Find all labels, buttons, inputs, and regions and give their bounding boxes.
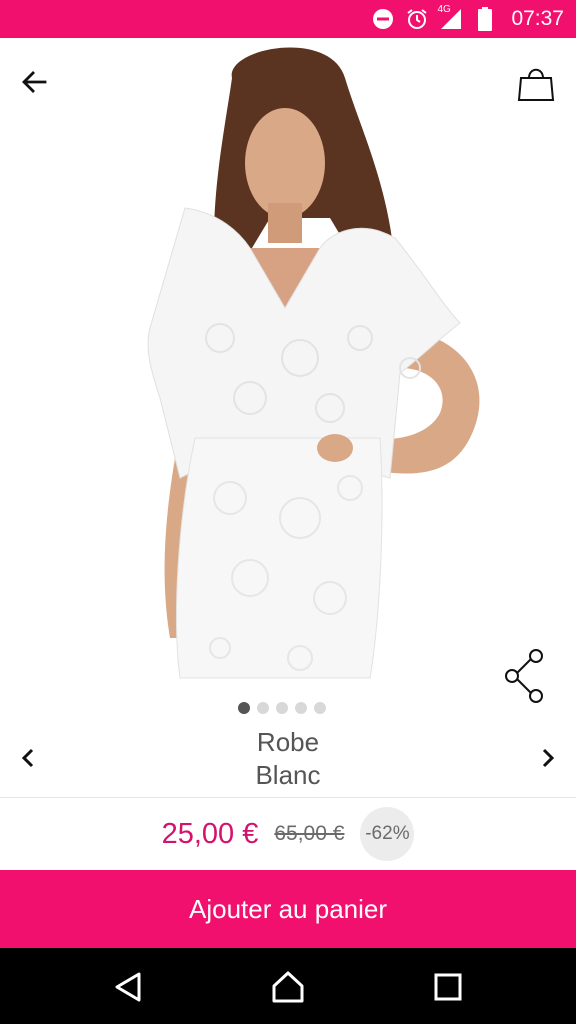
arrow-back-icon <box>22 71 47 93</box>
status-bar: 4G 07:37 <box>0 0 576 38</box>
product-color: Blanc <box>255 760 321 790</box>
gallery-pagination <box>238 701 338 715</box>
back-button[interactable] <box>14 62 54 102</box>
network-label: 4G <box>437 4 451 15</box>
previous-product-button[interactable] <box>10 740 46 776</box>
gallery-dot-active[interactable] <box>238 702 250 714</box>
alarm-icon <box>405 7 429 31</box>
gallery-dot[interactable] <box>295 702 307 714</box>
gallery-dot[interactable] <box>257 702 269 714</box>
system-navigation-bar <box>0 948 576 1024</box>
product-title-row: Robe Blanc <box>0 720 576 798</box>
gallery-dot[interactable] <box>314 702 326 714</box>
status-time: 07:37 <box>511 7 564 30</box>
nav-home-button[interactable] <box>267 966 309 1008</box>
add-to-cart-button[interactable]: Ajouter au panier <box>0 870 576 948</box>
next-product-button[interactable] <box>530 740 566 776</box>
shopping-bag-button[interactable] <box>512 60 560 106</box>
chevron-left-icon <box>21 748 34 768</box>
nav-home-icon <box>272 971 304 1003</box>
nav-back-button[interactable] <box>107 966 149 1008</box>
shopping-bag-icon <box>517 68 555 101</box>
old-price: 65,00 € <box>274 822 345 845</box>
nav-recents-button[interactable] <box>427 966 469 1008</box>
chevron-right-icon <box>542 748 555 768</box>
signal-icon: 4G <box>437 4 463 31</box>
gallery-dot[interactable] <box>276 702 288 714</box>
price-row: 25,00 € 65,00 € -62% <box>0 798 576 870</box>
nav-back-icon <box>115 972 141 1002</box>
battery-icon <box>473 7 497 31</box>
share-icon <box>505 649 543 703</box>
product-name: Robe <box>256 727 320 757</box>
product-image-gallery[interactable] <box>0 38 576 720</box>
product-photo <box>147 47 480 679</box>
share-button[interactable] <box>500 646 550 706</box>
do-not-disturb-icon <box>371 7 395 31</box>
nav-recents-icon <box>434 973 462 1001</box>
discount-badge: -62% <box>360 807 415 861</box>
product-title: Robe Blanc <box>100 726 476 792</box>
current-price: 25,00 € <box>161 817 259 850</box>
